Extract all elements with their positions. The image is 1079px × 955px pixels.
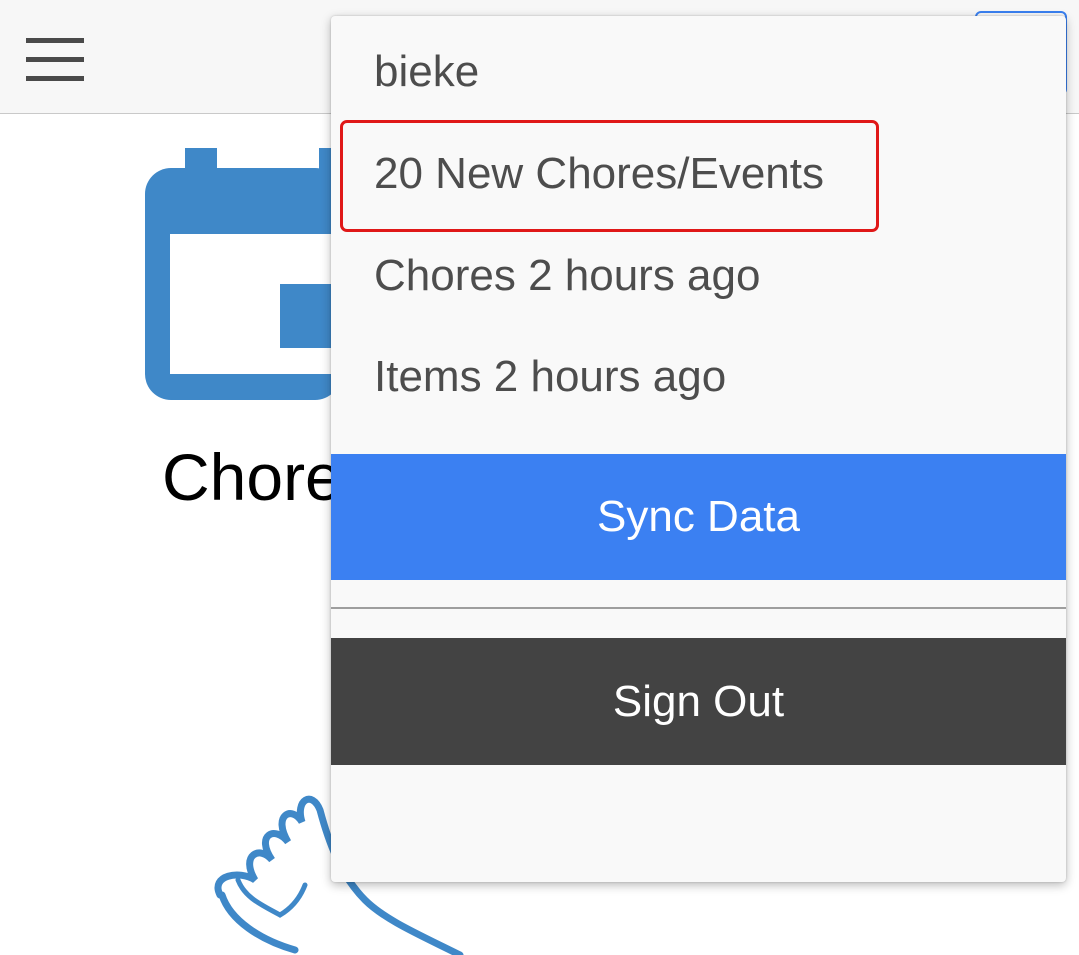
chores-sync-status-item[interactable]: Chores 2 hours ago: [374, 248, 760, 304]
menu-divider: [331, 607, 1066, 609]
sync-data-button[interactable]: Sync Data: [331, 454, 1066, 580]
items-sync-status-item[interactable]: Items 2 hours ago: [374, 349, 726, 405]
new-chores-events-item[interactable]: 20 New Chores/Events: [374, 146, 824, 202]
sign-out-button[interactable]: Sign Out: [331, 638, 1066, 765]
page: Chores bieke 20 New Chores/Events Chores…: [0, 0, 1079, 955]
hamburger-menu-icon[interactable]: [20, 30, 90, 90]
calendar-icon[interactable]: [143, 148, 343, 408]
username-label: bieke: [374, 47, 480, 96]
user-dropdown-menu: bieke 20 New Chores/Events Chores 2 hour…: [331, 16, 1066, 882]
